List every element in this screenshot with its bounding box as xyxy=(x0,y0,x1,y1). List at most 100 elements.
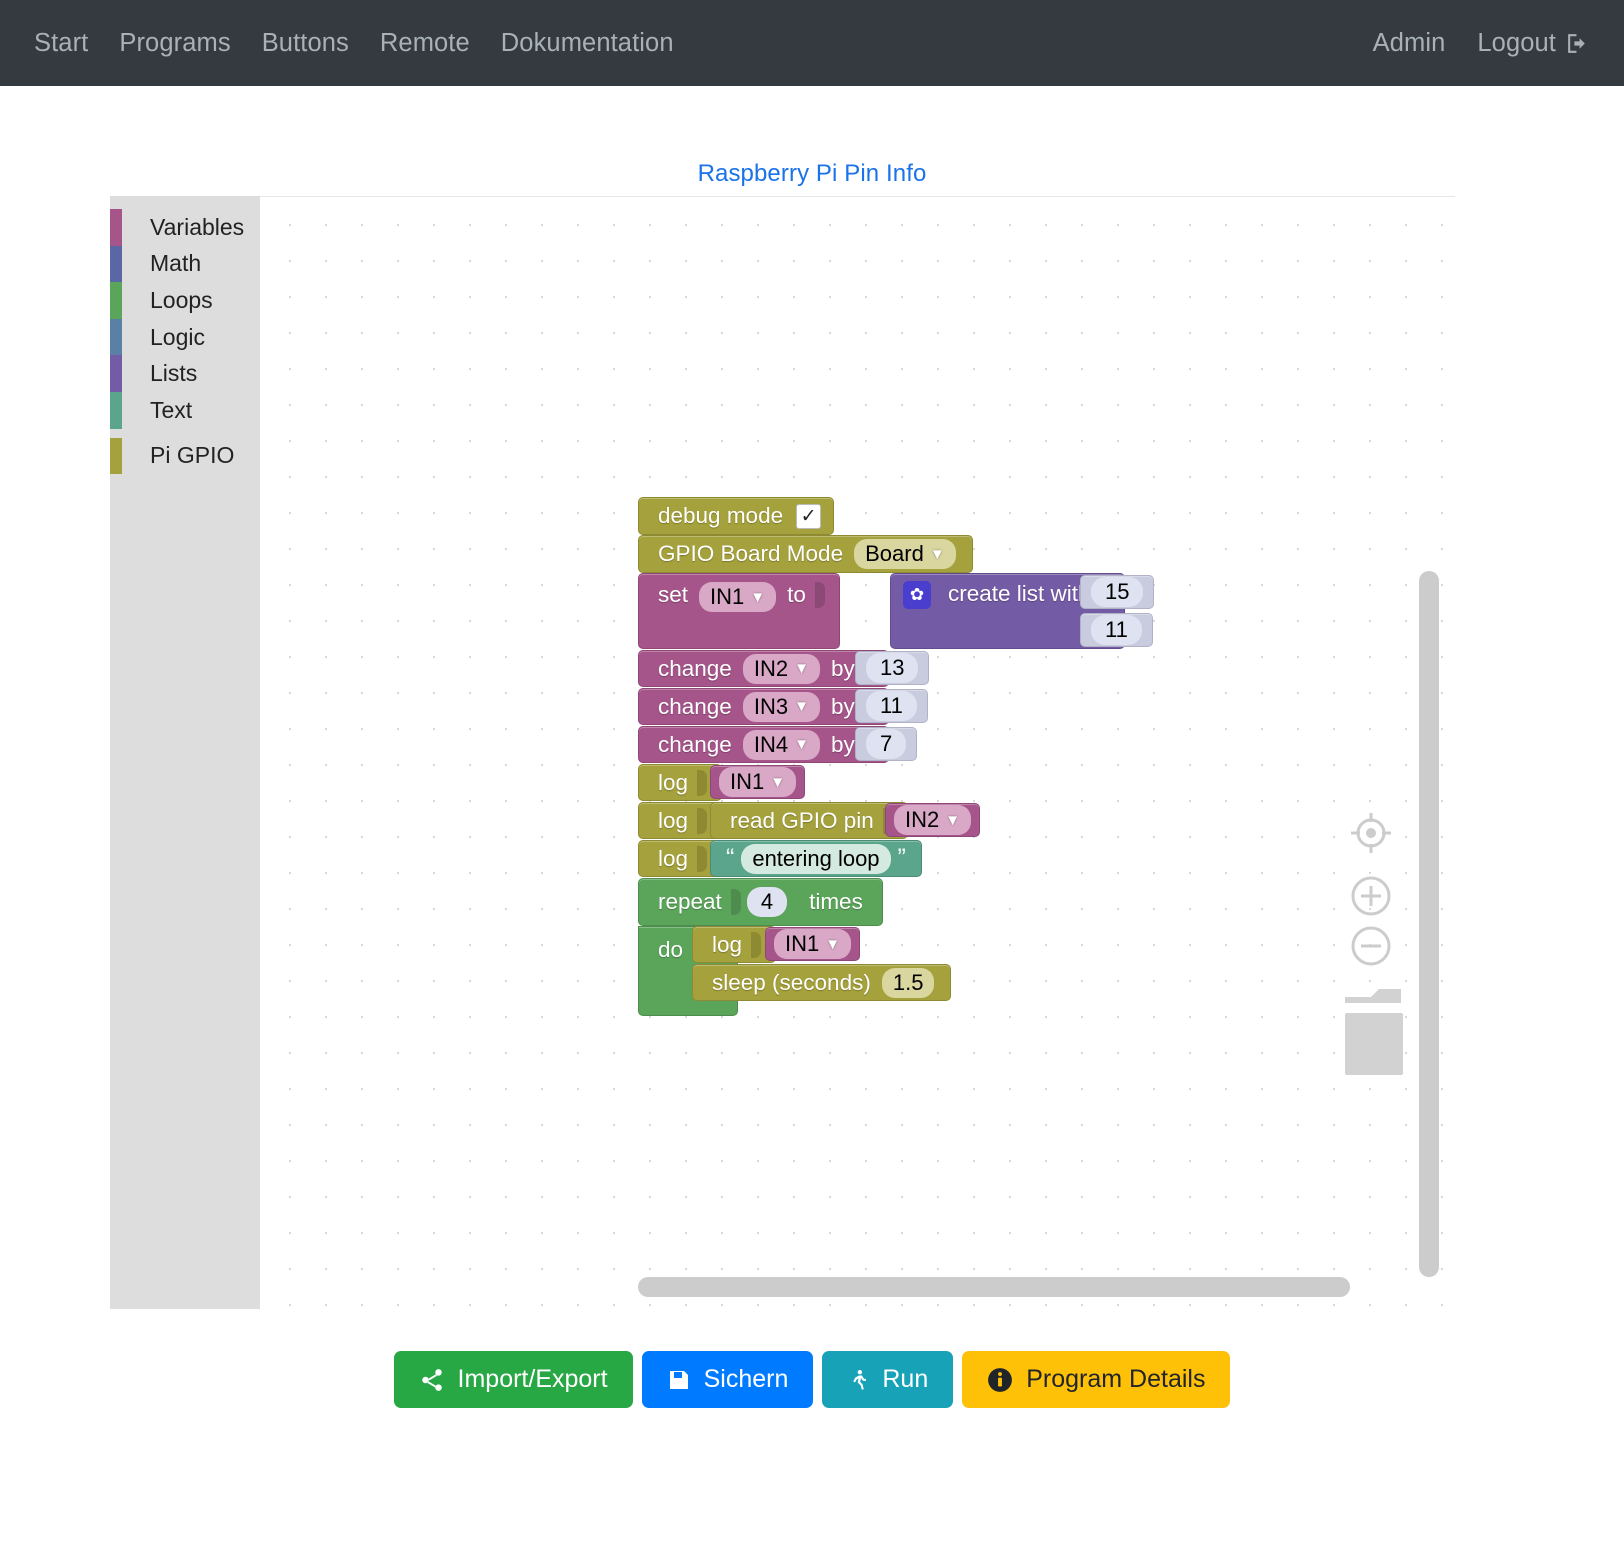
change-amount-value[interactable]: 13 xyxy=(866,653,919,683)
sleep-seconds-value[interactable]: 1.5 xyxy=(881,967,935,998)
block-set-variable[interactable]: set IN1 ▼ to xyxy=(638,573,840,649)
block-nested-log[interactable]: log xyxy=(692,926,777,963)
run-button[interactable]: Run xyxy=(822,1351,954,1408)
read-gpio-pin-label: read GPIO pin xyxy=(730,807,874,833)
workspace-horizontal-scrollbar[interactable] xyxy=(638,1277,1350,1297)
run-icon xyxy=(847,1367,869,1393)
value-socket xyxy=(814,582,825,608)
zoom-out-icon[interactable] xyxy=(1347,922,1395,975)
log-label: log xyxy=(658,807,689,833)
block-text-string[interactable]: “ entering loop ” xyxy=(710,840,922,877)
block-change-variable-3[interactable]: change IN4 ▼ by xyxy=(638,726,889,763)
block-list-item-1[interactable]: 11 xyxy=(1080,613,1153,647)
change-amount-value[interactable]: 11 xyxy=(866,691,917,721)
nested-log-variable-value: IN1 xyxy=(785,931,820,956)
block-change-amount-3[interactable]: 7 xyxy=(855,727,918,761)
list-item-value[interactable]: 11 xyxy=(1091,615,1142,645)
value-socket xyxy=(751,931,762,958)
category-color-swatch xyxy=(110,437,122,475)
block-read-gpio-pin-arg[interactable]: IN2 ▼ xyxy=(885,803,981,837)
logout-label: Logout xyxy=(1477,28,1556,57)
change-variable-dropdown[interactable]: IN2 ▼ xyxy=(742,653,820,684)
block-change-amount-2[interactable]: 11 xyxy=(855,689,928,723)
category-label: Loops xyxy=(150,286,213,313)
block-debug-mode[interactable]: debug mode ✓ xyxy=(638,497,835,535)
block-list-item-0[interactable]: 15 xyxy=(1080,575,1155,609)
category-label: Text xyxy=(150,396,193,423)
toolbox-category-lists[interactable]: Lists xyxy=(110,355,260,392)
set-variable-dropdown[interactable]: IN1 ▼ xyxy=(699,582,777,612)
zoom-in-icon[interactable] xyxy=(1347,872,1395,925)
block-gpio-board-mode[interactable]: GPIO Board Mode Board ▼ xyxy=(638,535,973,573)
value-socket xyxy=(697,845,708,872)
import-export-button[interactable]: Import/Export xyxy=(393,1351,633,1408)
set-variable-value: IN1 xyxy=(710,584,745,609)
block-change-amount-1[interactable]: 13 xyxy=(855,651,930,685)
chevron-down-icon: ▼ xyxy=(750,588,766,606)
block-read-gpio-pin[interactable]: read GPIO pin xyxy=(710,802,908,839)
repeat-times-label: times xyxy=(809,889,863,914)
text-string-value[interactable]: entering loop xyxy=(741,843,891,874)
category-label: Variables xyxy=(150,213,245,240)
blockly-workspace-canvas[interactable]: debug mode ✓ GPIO Board Mode Board ▼ set… xyxy=(260,196,1455,1309)
change-amount-value[interactable]: 7 xyxy=(866,729,907,759)
center-target-icon[interactable] xyxy=(1347,809,1395,862)
debug-mode-label: debug mode xyxy=(658,503,784,528)
change-variable-value: IN2 xyxy=(753,655,789,681)
toolbox-category-text[interactable]: Text xyxy=(110,391,260,429)
block-log-variable-arg[interactable]: IN1 ▼ xyxy=(710,765,806,799)
trashcan-icon[interactable] xyxy=(1339,987,1409,1082)
chevron-down-icon: ▼ xyxy=(945,811,961,829)
block-nested-log-arg[interactable]: IN1 ▼ xyxy=(765,927,861,961)
toolbox-category-variables[interactable]: Variables xyxy=(110,209,260,246)
change-label: change xyxy=(658,693,732,719)
block-sleep[interactable]: sleep (seconds) 1.5 xyxy=(692,964,952,1001)
block-repeat-loop[interactable]: repeat 4 times xyxy=(638,878,883,926)
nav-link-remote[interactable]: Remote xyxy=(380,29,470,58)
nav-link-start[interactable]: Start xyxy=(34,29,88,58)
toolbox-category-math[interactable]: Math xyxy=(110,245,260,283)
board-mode-label: GPIO Board Mode xyxy=(658,541,844,566)
block-change-variable-1[interactable]: change IN2 ▼ by xyxy=(638,650,889,687)
save-button[interactable]: Sichern xyxy=(641,1351,814,1408)
nav-link-buttons[interactable]: Buttons xyxy=(262,29,349,58)
debug-mode-checkbox[interactable]: ✓ xyxy=(796,503,822,529)
share-icon xyxy=(419,1367,445,1393)
blockly-editor: Variables Math Loops Logic Lists Text Pi… xyxy=(110,196,1455,1309)
workspace-vertical-scrollbar[interactable] xyxy=(1419,571,1439,1277)
program-details-button[interactable]: Program Details xyxy=(962,1351,1231,1408)
toolbox-category-pi-gpio[interactable]: Pi GPIO xyxy=(110,437,260,475)
change-variable-dropdown[interactable]: IN3 ▼ xyxy=(742,691,820,722)
log-label: log xyxy=(658,769,689,795)
log-label: log xyxy=(658,845,689,871)
board-mode-dropdown[interactable]: Board ▼ xyxy=(854,539,956,569)
nav-link-logout[interactable]: Logout xyxy=(1477,29,1590,58)
change-variable-dropdown[interactable]: IN4 ▼ xyxy=(742,729,820,760)
toolbox-category-logic[interactable]: Logic xyxy=(110,318,260,356)
block-change-variable-2[interactable]: change IN3 ▼ by xyxy=(638,688,889,725)
gear-icon[interactable]: ✿ xyxy=(903,581,931,609)
save-icon xyxy=(667,1368,691,1392)
log-variable-dropdown[interactable]: IN1 ▼ xyxy=(719,767,797,797)
list-item-value[interactable]: 15 xyxy=(1091,577,1144,607)
change-variable-value: IN4 xyxy=(753,731,789,757)
open-quote-icon: “ xyxy=(726,844,735,872)
repeat-times-value[interactable]: 4 xyxy=(746,887,788,917)
read-gpio-variable-dropdown[interactable]: IN2 ▼ xyxy=(894,805,972,835)
logout-icon xyxy=(1565,31,1590,56)
nav-link-programs[interactable]: Programs xyxy=(119,29,230,58)
navbar-left-links: Start Programs Buttons Remote Dokumentat… xyxy=(34,29,674,58)
chevron-down-icon: ▼ xyxy=(929,545,945,563)
nested-log-variable-dropdown[interactable]: IN1 ▼ xyxy=(774,929,852,959)
close-quote-icon: ” xyxy=(897,844,906,872)
category-color-swatch xyxy=(110,355,122,392)
category-color-swatch xyxy=(110,245,122,283)
chevron-down-icon: ▼ xyxy=(770,773,786,791)
run-label: Run xyxy=(882,1365,929,1393)
read-gpio-variable-value: IN2 xyxy=(905,807,940,832)
sleep-label: sleep (seconds) xyxy=(712,969,871,995)
nav-link-dokumentation[interactable]: Dokumentation xyxy=(501,29,674,58)
nav-link-admin[interactable]: Admin xyxy=(1373,29,1446,58)
chevron-down-icon: ▼ xyxy=(825,935,841,953)
toolbox-category-loops[interactable]: Loops xyxy=(110,282,260,319)
